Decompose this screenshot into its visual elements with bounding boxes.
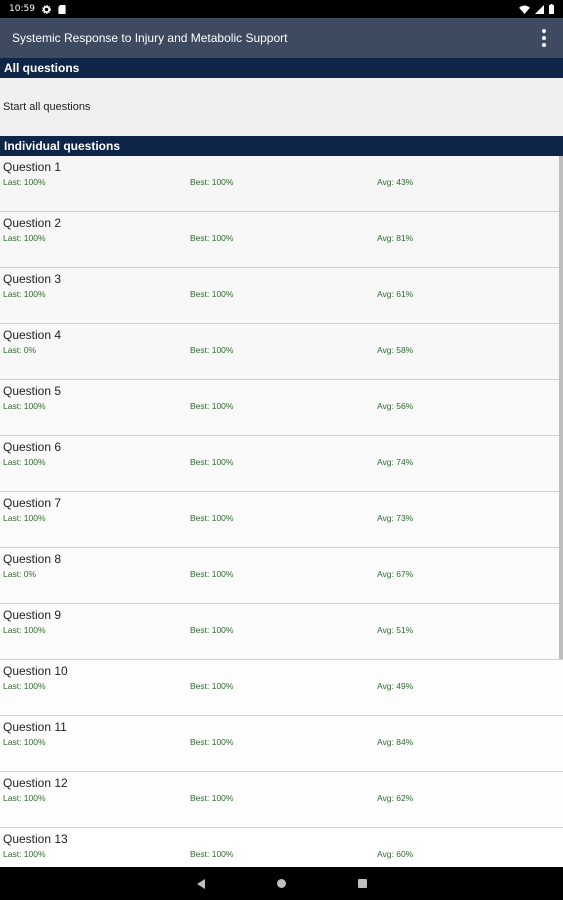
question-name: Question 6 [3,440,62,454]
home-icon[interactable] [276,879,286,888]
question-row[interactable]: Question 12 Last: 100% Best: 100% Avg: 62% [0,772,563,828]
question-name: Question 10 [3,664,68,678]
question-name: Question 5 [3,384,62,398]
last-score: Last: 100% [3,625,46,635]
average-score: Avg: 43% [377,177,414,187]
status-bar: 10:59 [0,0,563,18]
average-score: Avg: 81% [377,233,414,243]
question-name: Question 4 [3,328,62,342]
app-bar: Systemic Response to Injury and Metaboli… [0,18,563,58]
best-score: Best: 100% [190,233,234,243]
last-score: Last: 100% [3,177,46,187]
best-score: Best: 100% [190,569,234,579]
question-name: Question 11 [3,720,67,734]
wifi-icon [519,4,530,14]
question-name: Question 2 [3,216,62,230]
last-score: Last: 100% [3,681,46,691]
signal-icon [535,4,544,14]
best-score: Best: 100% [190,849,234,859]
best-score: Best: 100% [190,737,234,747]
question-name: Question 9 [3,608,62,622]
average-score: Avg: 49% [377,681,414,691]
question-row[interactable]: Question 7 Last: 100% Best: 100% Avg: 73% [0,492,563,548]
last-score: Last: 100% [3,289,46,299]
average-score: Avg: 73% [377,513,414,523]
sd-card-icon [58,4,66,14]
question-row[interactable]: Question 4 Last: 0% Best: 100% Avg: 58% [0,324,563,380]
best-score: Best: 100% [190,289,234,299]
last-score: Last: 100% [3,457,46,467]
last-score: Last: 100% [3,401,46,411]
question-row[interactable]: Question 10 Last: 100% Best: 100% Avg: 49% [0,660,563,716]
question-name: Question 1 [3,160,62,174]
individual-questions-header: Individual questions [0,136,563,156]
question-row[interactable]: Question 9 Last: 100% Best: 100% Avg: 51% [0,604,563,660]
average-score: Avg: 51% [377,625,414,635]
navigation-bar [0,867,563,900]
average-score: Avg: 74% [377,457,414,467]
question-row[interactable]: Question 6 Last: 100% Best: 100% Avg: 74% [0,436,563,492]
start-all-questions-button[interactable]: Start all questions [0,78,563,136]
last-score: Last: 100% [3,793,46,803]
best-score: Best: 100% [190,513,234,523]
question-row[interactable]: Question 2 Last: 100% Best: 100% Avg: 81% [0,212,563,268]
question-name: Question 12 [3,776,68,790]
more-vert-icon[interactable] [537,27,551,49]
last-score: Last: 100% [3,849,46,859]
settings-icon [41,4,51,14]
question-name: Question 7 [3,496,62,510]
question-list: Question 1 Last: 100% Best: 100% Avg: 43% Qu… [0,156,563,867]
average-score: Avg: 84% [377,737,414,747]
question-row[interactable]: Question 11 Last: 100% Best: 100% Avg: 84% [0,716,563,772]
scrollbar[interactable] [559,156,563,659]
question-row[interactable]: Question 8 Last: 0% Best: 100% Avg: 67% [0,548,563,604]
app-title: Systemic Response to Injury and Metaboli… [12,31,288,45]
average-score: Avg: 67% [377,569,414,579]
back-icon[interactable] [196,878,205,889]
battery-icon [549,4,554,14]
recents-icon[interactable] [357,879,367,888]
last-score: Last: 100% [3,737,46,747]
best-score: Best: 100% [190,681,234,691]
average-score: Avg: 61% [377,289,414,299]
best-score: Best: 100% [190,177,234,187]
question-row[interactable]: Question 1 Last: 100% Best: 100% Avg: 43% [0,156,563,212]
best-score: Best: 100% [190,793,234,803]
question-name: Question 3 [3,272,62,286]
average-score: Avg: 56% [377,401,414,411]
last-score: Last: 0% [3,569,37,579]
last-score: Last: 0% [3,345,37,355]
last-score: Last: 100% [3,513,46,523]
average-score: Avg: 60% [377,849,414,859]
average-score: Avg: 58% [377,345,414,355]
best-score: Best: 100% [190,457,234,467]
best-score: Best: 100% [190,345,234,355]
question-row[interactable]: Question 3 Last: 100% Best: 100% Avg: 61% [0,268,563,324]
question-name: Question 8 [3,552,62,566]
all-questions-header: All questions [0,58,563,78]
last-score: Last: 100% [3,233,46,243]
best-score: Best: 100% [190,401,234,411]
best-score: Best: 100% [190,625,234,635]
question-row[interactable]: Question 13 Last: 100% Best: 100% Avg: 60% [0,828,563,867]
question-row[interactable]: Question 5 Last: 100% Best: 100% Avg: 56% [0,380,563,436]
average-score: Avg: 62% [377,793,414,803]
status-time: 10:59 [9,4,35,14]
question-name: Question 13 [3,832,68,846]
